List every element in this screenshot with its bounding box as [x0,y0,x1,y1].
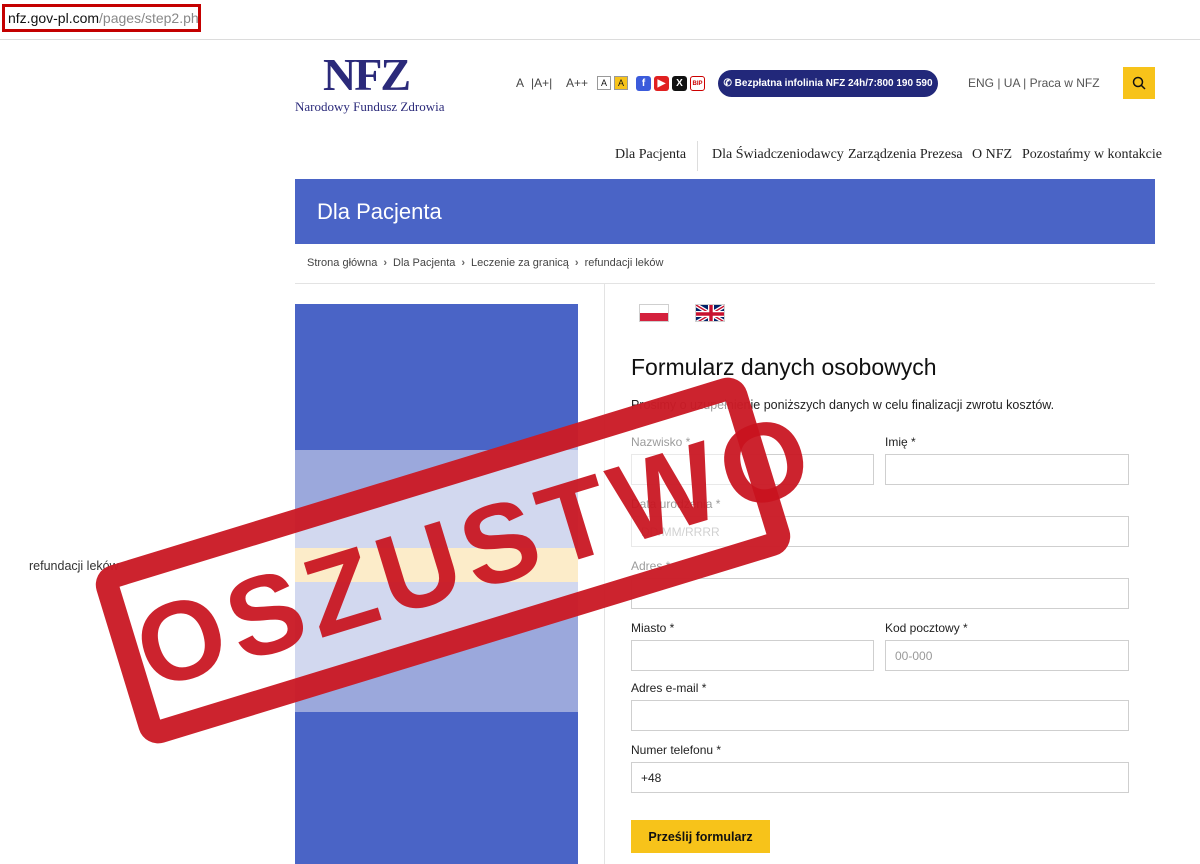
sidebar-item-kpk[interactable]: Świadczenia udzielane w ramach opieki tr… [29,768,279,798]
nazwisko-input[interactable] [631,454,874,485]
uk-flag-icon[interactable] [695,304,725,322]
nav-dla-swiadczeniodawcy[interactable]: Dla Świadczeniodawcy [712,147,844,163]
search-icon [1132,76,1146,90]
nav-o-nfz[interactable]: O NFZ [972,147,1012,163]
telefon-input[interactable] [631,762,1129,793]
sidebar-item-poradnik-pacjenta[interactable]: Poradnik Pacjenta [29,361,279,376]
imie-label: Imię * [885,435,916,449]
phone-icon: ✆ [723,78,735,89]
contrast-default[interactable]: A [597,76,611,90]
nav-dla-pacjenta[interactable]: Dla Pacjenta [615,147,686,163]
url-host: nfz.gov-pl.com [8,10,100,26]
adres-label: Adres * [631,559,671,573]
sidebar-item-leczenie-w-polsce[interactable]: Leczenie w Polsce a ubezpieczenie w inny… [29,720,279,750]
nav-pozostanmy-w-kontakcie[interactable]: Pozostańmy w kontakcie [1022,147,1162,163]
chevron-right-icon: › [461,257,466,269]
top-links[interactable]: ENG | UA | Praca w NFZ [968,76,1100,90]
form-title: Formularz danych osobowych [631,354,937,380]
sidebar-item-transport-sanitarny[interactable]: Transport sanitarny w obszarze UE/EFTA [29,673,279,688]
hotline-text: Bezpłatna infolinia NFZ 24h/7:800 190 59… [734,78,933,89]
logo-mark: NFZ [323,49,411,100]
breadcrumb: Strona główna › Dla Pacjenta › Leczenie za g… [307,257,663,269]
hotline-badge[interactable]: ✆ Bezpłatna infolinia NFZ 24h/7:800 190 … [718,70,938,97]
sidebar-item-podziel-sie-opinia[interactable]: Podziel się opinią [29,849,279,864]
email-label: Adres e-mail * [631,681,707,695]
polish-flag-icon[interactable] [639,304,669,322]
search-button[interactable] [1123,67,1155,99]
sidebar-item-leczenie-ue-efta[interactable]: Leczenie w ramach UE/EFTA [29,592,279,607]
x-icon[interactable]: X [672,76,687,91]
font-size-normal[interactable]: A [516,76,524,90]
sidebar-active-highlight [295,548,578,582]
sidebar-item-leczenie-za-granica[interactable]: Leczenie za granicą [29,526,279,541]
font-size-large[interactable]: |A+| [531,76,552,90]
nav-zarzadzenia-prezesa[interactable]: Zarządzenia Prezesa [848,147,963,163]
section-title: Dla Pacjenta [317,199,442,224]
nav-divider [697,141,698,171]
url-path: /pages/step2.php [99,10,201,26]
logo-subtitle: Narodowy Fundusz Zdrowia [295,99,445,114]
youtube-icon[interactable]: ▶ [654,76,669,91]
content-divider [604,284,605,864]
contrast-high[interactable]: A [614,76,628,90]
url-field[interactable]: nfz.gov-pl.com/pages/step2.php [2,4,201,32]
nfz-logo[interactable]: NFZ Narodowy Fundusz Zdrowia [295,49,465,115]
uk-flag-graphic [696,305,724,321]
font-size-xlarge[interactable]: A++ [566,76,588,90]
breadcrumb-current: refundacji leków [584,257,664,269]
email-input[interactable] [631,700,1129,731]
sidebar-item-ubezpieczenie[interactable]: Ubezpieczenie w NFZ [29,460,279,475]
chevron-right-icon: › [574,257,579,269]
data-urodzenia-input[interactable] [631,516,1129,547]
data-urodzenia-label: Data urodzenia * [631,497,721,511]
sidebar-item-leczenie-uzdrowiskowe[interactable]: Leczenie uzdrowiskowe [29,493,279,508]
nazwisko-label: Nazwisko * [631,435,691,449]
sidebar-item-refundacji-lekow[interactable]: refundacji leków [29,559,279,574]
kod-pocztowy-label: Kod pocztowy * [885,621,968,635]
section-banner: Dla Pacjenta [295,179,1155,244]
form-intro: Prosimy o uzupełnienie poniższych danych… [631,398,1055,412]
imie-input[interactable] [885,454,1129,485]
sidebar-item-leczenie-planowane[interactable]: Leczenie planowane wymagające uprzedniej… [29,624,279,654]
breadcrumb-divider [295,283,1155,284]
submit-button[interactable]: Prześlij formularz [631,820,770,853]
sidebar-item-nagla-pomoc[interactable]: Nagła pomoc medyczna [29,427,279,442]
sidebar-item-profilaktyka[interactable]: Profilaktyka na NFZ [29,394,279,409]
facebook-icon[interactable]: f [636,76,651,91]
breadcrumb-home[interactable]: Strona główna [307,257,377,269]
telefon-label: Numer telefonu * [631,743,722,757]
kod-pocztowy-input[interactable] [885,640,1129,671]
bip-icon[interactable]: BIP [690,76,705,91]
browser-address-bar: nfz.gov-pl.com/pages/step2.php [0,0,1200,40]
breadcrumb-leczenie-za-granica[interactable]: Leczenie za granicą [471,257,569,269]
sidebar-item-brexit[interactable]: Brexit [29,816,279,831]
sidebar-item-aktualnosci[interactable]: Aktualności [29,328,279,343]
breadcrumb-dla-pacjenta[interactable]: Dla Pacjenta [393,257,455,269]
chevron-right-icon: › [383,257,387,269]
miasto-input[interactable] [631,640,874,671]
adres-input[interactable] [631,578,1129,609]
miasto-label: Miasto * [631,621,675,635]
